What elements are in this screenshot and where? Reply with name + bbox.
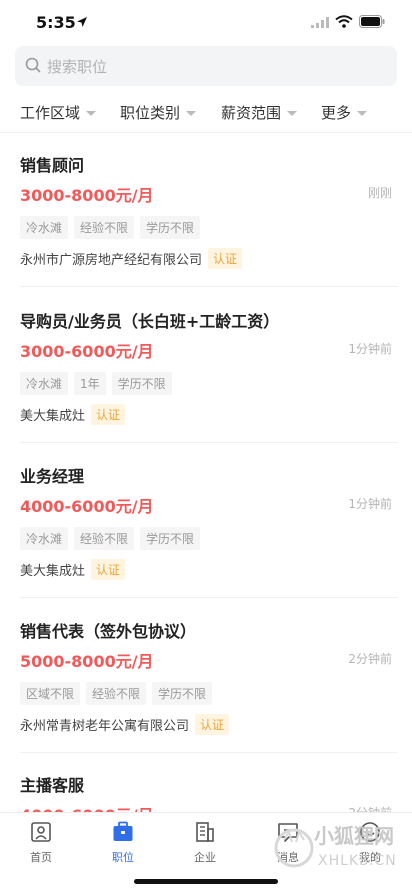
job-salary: 3000-8000元/月 [20, 186, 154, 205]
home-indicator [134, 879, 278, 884]
job-tag: 冷水滩 [20, 216, 69, 239]
search-bar[interactable]: 搜索职位 [15, 46, 397, 86]
verified-badge: 认证 [91, 404, 126, 425]
job-tag: 经验不限 [74, 527, 135, 550]
filter-label: 更多 [321, 104, 352, 122]
briefcase-icon [113, 821, 133, 841]
job-posted-time: 1分钟前 [348, 497, 392, 511]
tab-home[interactable]: 首页 [11, 821, 71, 865]
job-posted-time: 刚刚 [367, 186, 392, 200]
job-tag: 经验不限 [86, 682, 147, 705]
watermark-url: XHLKS.CN [318, 853, 397, 869]
filter-label: 职位类别 [120, 104, 181, 122]
filter-divider [0, 132, 412, 133]
filter-job-category[interactable]: 职位类别 [120, 102, 197, 123]
job-tag: 冷水滩 [20, 527, 69, 550]
search-icon [25, 57, 41, 73]
filter-work-area[interactable]: 工作区域 [20, 102, 97, 123]
job-title: 导购员/业务员（长白班+工龄工资） [20, 312, 280, 331]
company-name: 永州常青树老年公寓有限公司 [20, 719, 190, 734]
tab-label: 职位 [112, 851, 134, 864]
search-placeholder[interactable]: 搜索职位 [47, 56, 107, 77]
job-tag: 学历不限 [140, 216, 201, 239]
card-separator [20, 597, 398, 598]
verified-badge: 认证 [91, 559, 126, 580]
job-card[interactable]: 销售代表（签外包协议） 5000-8000元/月 2分钟前 区域不限 经验不限 … [0, 618, 412, 748]
card-separator [20, 286, 398, 287]
job-salary: 4000-6000元/月 [20, 497, 154, 516]
filter-label: 工作区域 [20, 104, 81, 122]
filter-bar: 工作区域 职位类别 薪资范围 更多 [0, 96, 412, 130]
job-salary: 3000-6000元/月 [20, 342, 154, 361]
job-posted-time: 2分钟前 [348, 652, 392, 666]
status-time: 5:35 [36, 13, 76, 32]
home-icon [31, 822, 51, 842]
verified-badge: 认证 [208, 248, 243, 269]
tab-jobs[interactable]: 职位 [93, 821, 153, 865]
caret-down-icon [86, 111, 97, 116]
tab-label: 首页 [30, 851, 52, 864]
job-tag: 区域不限 [20, 682, 81, 705]
job-company: 永州市广源房地产经纪有限公司 认证 [20, 248, 243, 269]
location-arrow-icon [77, 17, 87, 27]
job-company: 美大集成灶 认证 [20, 559, 126, 580]
job-company: 美大集成灶 认证 [20, 404, 126, 425]
job-tags: 冷水滩 经验不限 学历不限 [20, 216, 201, 239]
card-separator [20, 442, 398, 443]
job-title: 销售代表（签外包协议） [20, 622, 197, 641]
filter-salary-range[interactable]: 薪资范围 [221, 102, 298, 123]
cellular-signal-icon [311, 17, 329, 28]
status-bar: 5:35 [0, 0, 412, 44]
job-salary: 5000-8000元/月 [20, 652, 154, 671]
tab-label: 企业 [194, 851, 216, 864]
filter-label: 薪资范围 [221, 104, 282, 122]
company-name: 美大集成灶 [20, 564, 86, 579]
job-card[interactable]: 销售顾问 3000-8000元/月 刚刚 冷水滩 经验不限 学历不限 永州市广源… [0, 152, 412, 282]
job-title: 主播客服 [20, 776, 85, 795]
job-tags: 冷水滩 经验不限 学历不限 [20, 527, 201, 550]
wifi-icon [335, 15, 353, 28]
watermark-text: 小狐狸网 [314, 824, 394, 848]
job-posted-time: 1分钟前 [348, 342, 392, 356]
job-tag: 学历不限 [140, 527, 201, 550]
job-card[interactable]: 业务经理 4000-6000元/月 1分钟前 冷水滩 经验不限 学历不限 美大集… [0, 463, 412, 593]
job-card[interactable]: 主播客服 4000-6000元/月 2分钟前 [0, 772, 412, 825]
filter-more[interactable]: 更多 [321, 102, 368, 123]
job-tag: 1年 [74, 372, 106, 395]
job-title: 业务经理 [20, 467, 85, 486]
job-tag: 学历不限 [152, 682, 213, 705]
job-tags: 冷水滩 1年 学历不限 [20, 372, 172, 395]
tab-company[interactable]: 企业 [175, 821, 235, 865]
battery-icon [359, 15, 385, 28]
job-title: 销售顾问 [20, 156, 85, 175]
caret-down-icon [287, 111, 298, 116]
job-tag: 学历不限 [111, 372, 172, 395]
job-tag: 冷水滩 [20, 372, 69, 395]
job-tag: 经验不限 [74, 216, 135, 239]
caret-down-icon [357, 111, 368, 116]
company-name: 永州市广源房地产经纪有限公司 [20, 253, 203, 268]
caret-down-icon [186, 111, 197, 116]
company-name: 美大集成灶 [20, 409, 86, 424]
job-company: 永州常青树老年公寓有限公司 认证 [20, 714, 230, 735]
building-icon [196, 822, 214, 842]
job-card[interactable]: 导购员/业务员（长白班+工龄工资） 3000-6000元/月 1分钟前 冷水滩 … [0, 308, 412, 438]
verified-badge: 认证 [195, 714, 230, 735]
card-separator [20, 752, 398, 753]
job-tags: 区域不限 经验不限 学历不限 [20, 682, 213, 705]
